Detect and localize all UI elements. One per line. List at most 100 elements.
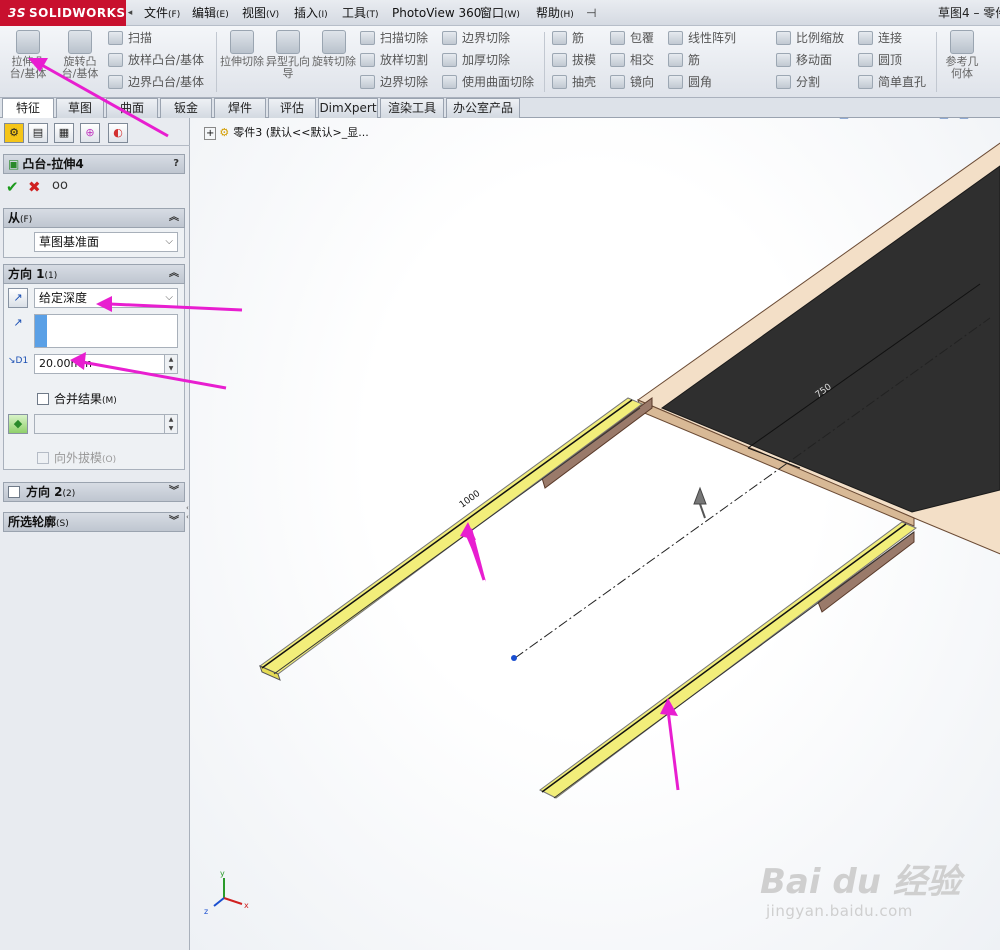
- tab-office-products[interactable]: 办公室产品: [446, 98, 520, 118]
- simple-hole-button[interactable]: 简单直孔: [858, 72, 926, 92]
- sweep-button[interactable]: 扫描: [108, 28, 152, 48]
- boundary-cut-2-button[interactable]: 边界切除: [442, 28, 510, 48]
- scale-button[interactable]: 比例缩放: [776, 28, 844, 48]
- watermark-url: jingyan.baidu.com: [766, 902, 913, 920]
- extrude-boss-button[interactable]: 拉伸凸台/基体: [6, 28, 50, 94]
- direction2-header[interactable]: 方向 2(2) ︾: [3, 482, 185, 502]
- collapse-chevron-icon[interactable]: ︽: [169, 265, 179, 283]
- tab-features[interactable]: 特征: [2, 98, 54, 119]
- annotation-arrow-line: [666, 709, 680, 791]
- swept-cut-button[interactable]: 扫描切除: [360, 28, 428, 48]
- selected-contours-header[interactable]: 所选轮廓(S) ︾: [3, 512, 185, 532]
- tab-evaluate[interactable]: 评估: [268, 98, 316, 118]
- menu-insert[interactable]: 插入(I): [290, 0, 332, 26]
- intersect-icon: [610, 53, 625, 67]
- menu-tools[interactable]: 工具(T): [338, 0, 383, 26]
- mirror-button[interactable]: 镜向: [610, 72, 654, 92]
- tab-sheet-metal[interactable]: 钣金: [160, 98, 212, 118]
- mirror-icon: [610, 75, 625, 89]
- extrude-cut-button[interactable]: 拉伸切除: [220, 28, 264, 94]
- reference-geometry-button[interactable]: 参考几何体: [942, 28, 982, 94]
- hole-wizard-button[interactable]: 异型孔向导: [266, 28, 310, 94]
- tab-weldments[interactable]: 焊件: [214, 98, 266, 118]
- revolve-cut-icon: [322, 30, 346, 54]
- depth-spinner[interactable]: ▲ ▼: [164, 355, 177, 373]
- y-axis-label: y: [220, 869, 225, 878]
- combine-button[interactable]: 连接: [858, 28, 902, 48]
- merge-result-checkbox[interactable]: [37, 393, 49, 405]
- direction1-header[interactable]: 方向 1(1) ︽: [3, 264, 185, 284]
- scale-icon: [776, 31, 791, 45]
- wrap-button[interactable]: 包覆: [610, 28, 654, 48]
- fillet-button[interactable]: 圆角: [668, 72, 712, 92]
- thicken-cut-button[interactable]: 加厚切除: [442, 50, 510, 70]
- boundary-boss-icon: [108, 75, 123, 89]
- end-condition-dropdown[interactable]: 给定深度 ⌵: [34, 288, 178, 308]
- cancel-x-icon[interactable]: ✖: [28, 178, 41, 196]
- tab-dimxpert[interactable]: DimXpert: [318, 98, 378, 118]
- revolve-boss-button[interactable]: 旋转凸台/基体: [58, 28, 102, 94]
- depth-input[interactable]: 20.00mm ▲ ▼: [34, 354, 178, 374]
- merge-result-label: 合并结果(M): [54, 392, 117, 406]
- dome-button[interactable]: 圆顶: [858, 50, 902, 70]
- display-manager-icon[interactable]: ◐: [108, 123, 128, 143]
- menu-view[interactable]: 视图(V): [238, 0, 283, 26]
- draft-angle-spinner[interactable]: ▲ ▼: [164, 415, 177, 433]
- tab-render-tools[interactable]: 渲染工具: [380, 98, 444, 118]
- collapse-chevron-icon[interactable]: ︽: [169, 209, 179, 227]
- reverse-direction-icon[interactable]: ↗: [8, 288, 28, 308]
- origin-point[interactable]: [511, 655, 517, 661]
- feature-manager-icon[interactable]: ⚙: [4, 123, 24, 143]
- boundary-cut-button[interactable]: 边界切除: [360, 72, 428, 92]
- expand-chevron-icon[interactable]: ︾: [169, 483, 179, 501]
- shell-button[interactable]: 抽壳: [552, 72, 596, 92]
- linear-pattern-button[interactable]: 线性阵列: [668, 28, 736, 48]
- draft-angle-input[interactable]: ▲ ▼: [34, 414, 178, 434]
- configuration-manager-icon[interactable]: ▦: [54, 123, 74, 143]
- from-section-header[interactable]: 从(F) ︽: [3, 208, 185, 228]
- intersect-button[interactable]: 相交: [610, 50, 654, 70]
- expand-chevron-icon[interactable]: ︾: [169, 513, 179, 531]
- rib-button[interactable]: 筋: [552, 28, 584, 48]
- from-start-dropdown[interactable]: 草图基准面 ⌵: [34, 232, 178, 252]
- right-rail-edge: [541, 523, 907, 793]
- menu-photoview[interactable]: PhotoView 360: [388, 0, 485, 26]
- direction2-checkbox[interactable]: [8, 486, 20, 498]
- lofted-cut-button[interactable]: 放样切割: [360, 50, 428, 70]
- boundary-boss-button[interactable]: 边界凸台/基体: [108, 72, 204, 92]
- menu-expand-arrow[interactable]: ◂: [126, 0, 134, 26]
- menu-file[interactable]: 文件(F): [140, 0, 184, 26]
- draft-outward-checkbox[interactable]: [37, 452, 49, 464]
- menu-help[interactable]: 帮助(H): [532, 0, 578, 26]
- graphics-viewport[interactable]: +⚙零件3 (默认<<默认>_显... ◧ ⇅ ⊕ ⊡ ↻ ◫ ▣ 750 10…: [190, 118, 1000, 950]
- revolve-cut-button[interactable]: 旋转切除: [312, 28, 356, 94]
- linear-pattern-icon: [668, 31, 683, 45]
- preview-glasses-icon[interactable]: oo: [52, 178, 68, 193]
- dimxpert-icon[interactable]: ⊕: [80, 123, 100, 143]
- solidworks-logo[interactable]: 3S SOLIDWORKS: [0, 0, 126, 26]
- ok-check-icon[interactable]: ✔: [6, 178, 19, 196]
- help-icon[interactable]: ?: [173, 155, 179, 173]
- tab-sketch[interactable]: 草图: [56, 98, 104, 118]
- rib-2-button[interactable]: 筋: [668, 50, 700, 70]
- split-button[interactable]: 分割: [776, 72, 820, 92]
- boundary-cut-icon: [360, 75, 375, 89]
- right-rail-selected: [539, 521, 917, 799]
- extrude-drag-handle[interactable]: [693, 486, 707, 505]
- tab-surfaces[interactable]: 曲面: [106, 98, 158, 118]
- loft-icon: [108, 53, 123, 67]
- surface-cut-button[interactable]: 使用曲面切除: [442, 72, 534, 92]
- draft-button[interactable]: 拔模: [552, 50, 596, 70]
- direction-selection-box[interactable]: [34, 314, 178, 348]
- property-manager-panel: ⚙ ▤ ▦ ⊕ ◐ ▣ 凸台-拉伸4 ? ✔ ✖ oo 从(F) ︽ 草图基准面 ⌵…: [0, 118, 190, 950]
- axis-triad[interactable]: y x z: [204, 869, 249, 916]
- menu-edit[interactable]: 编辑(E): [188, 0, 233, 26]
- loft-boss-button[interactable]: 放样凸台/基体: [108, 50, 204, 70]
- menu-window[interactable]: 窗口(W): [476, 0, 524, 26]
- property-manager-icon[interactable]: ▤: [28, 123, 48, 143]
- pin-icon[interactable]: ⊣: [586, 5, 602, 21]
- move-face-button[interactable]: 移动面: [776, 50, 832, 70]
- model-canvas[interactable]: 750 1000 y x z: [190, 118, 1000, 950]
- draft-toggle-icon[interactable]: ◆: [8, 414, 28, 434]
- from-section-body: 草图基准面 ⌵: [3, 228, 185, 258]
